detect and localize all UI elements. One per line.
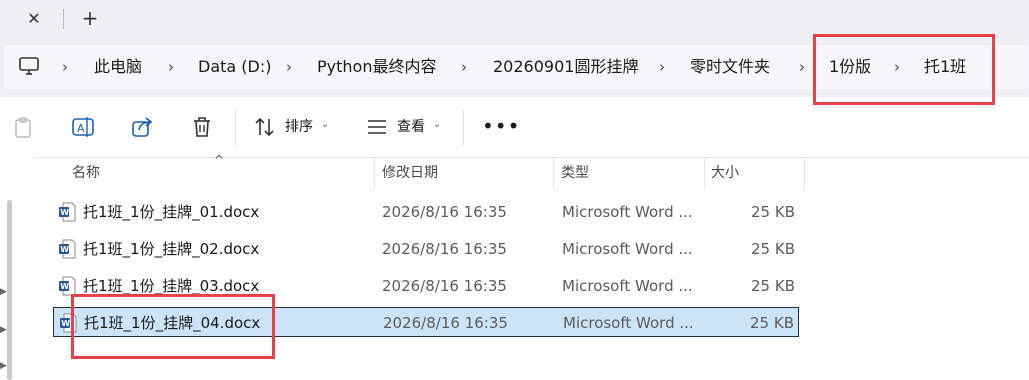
file-type: Microsoft Word ...: [562, 277, 693, 295]
breadcrumb-temp-folder[interactable]: 零时文件夹: [690, 57, 770, 77]
column-divider[interactable]: [704, 157, 705, 189]
file-name: 托1班_1份_挂牌_01.docx: [83, 203, 260, 221]
chevron-down-icon[interactable]: ⌄: [433, 119, 441, 130]
word-document-icon: W: [59, 202, 76, 222]
share-icon[interactable]: [130, 115, 154, 139]
file-row[interactable]: W 托1班_1份_挂牌_01.docx 2026/8/16 16:35 Micr…: [53, 197, 799, 227]
breadcrumb-separator[interactable]: ›: [168, 57, 174, 77]
toolbar-divider: [235, 109, 236, 145]
rename-icon[interactable]: A: [71, 115, 95, 139]
annotation-highlight-breadcrumb: [813, 34, 995, 105]
column-header-name[interactable]: 名称: [72, 164, 100, 182]
chevron-down-icon[interactable]: ⌄: [321, 119, 329, 130]
column-divider[interactable]: [553, 157, 554, 189]
file-size: 25 KB: [751, 203, 795, 221]
svg-text:W: W: [60, 282, 69, 291]
toolbar-divider: [463, 109, 464, 145]
column-divider[interactable]: [374, 157, 375, 189]
file-type: Microsoft Word ...: [563, 314, 694, 332]
close-tab-icon[interactable]: ✕: [22, 7, 46, 31]
column-header-size[interactable]: 大小: [711, 164, 739, 182]
file-name: 托1班_1份_挂牌_03.docx: [83, 277, 260, 295]
file-type: Microsoft Word ...: [562, 203, 693, 221]
file-size: 25 KB: [751, 240, 795, 258]
svg-text:W: W: [60, 208, 69, 217]
delete-icon[interactable]: [190, 115, 214, 139]
svg-text:W: W: [61, 319, 70, 328]
tab-divider: [63, 9, 64, 29]
new-tab-icon[interactable]: +: [78, 6, 102, 30]
word-document-icon: W: [59, 239, 76, 259]
column-header-date[interactable]: 修改日期: [382, 164, 438, 182]
column-header-type[interactable]: 类型: [561, 164, 589, 182]
more-options-button[interactable]: •••: [482, 114, 520, 138]
breadcrumb-this-pc[interactable]: 此电脑: [94, 57, 142, 77]
breadcrumb-separator[interactable]: ›: [461, 57, 467, 77]
tab-bar: ✕ +: [0, 0, 1029, 37]
sort-button[interactable]: 排序: [285, 118, 313, 136]
command-bar: A 排序 ⌄ 查看 ⌄ •••: [0, 97, 1029, 158]
file-date: 2026/8/16 16:35: [383, 314, 508, 332]
file-size: 25 KB: [750, 314, 794, 332]
file-date: 2026/8/16 16:35: [382, 277, 507, 295]
sort-icon[interactable]: [253, 115, 277, 139]
breadcrumb-data-drive[interactable]: Data (D:): [198, 57, 271, 77]
column-divider[interactable]: [804, 157, 805, 189]
breadcrumb-separator[interactable]: ›: [799, 57, 805, 77]
breadcrumb-python-folder[interactable]: Python最终内容: [317, 57, 436, 77]
expand-arrow-icon[interactable]: ▶: [0, 361, 7, 371]
svg-text:A: A: [77, 122, 85, 135]
breadcrumb-separator[interactable]: ›: [286, 57, 292, 77]
view-icon[interactable]: [365, 115, 389, 139]
breadcrumb-separator[interactable]: ›: [659, 57, 665, 77]
file-date: 2026/8/16 16:35: [382, 240, 507, 258]
file-row[interactable]: W 托1班_1份_挂牌_02.docx 2026/8/16 16:35 Micr…: [53, 234, 799, 264]
annotation-highlight-file: [71, 294, 275, 359]
file-type: Microsoft Word ...: [562, 240, 693, 258]
file-size: 25 KB: [751, 277, 795, 295]
navigation-scrollbar[interactable]: [7, 200, 12, 380]
navigation-pane: ▶ ▶ ▶: [0, 157, 34, 380]
svg-text:W: W: [60, 245, 69, 254]
view-button[interactable]: 查看: [397, 118, 425, 136]
file-date: 2026/8/16 16:35: [382, 203, 507, 221]
breadcrumb-separator[interactable]: ›: [62, 57, 68, 77]
expand-arrow-icon[interactable]: ▶: [0, 325, 7, 335]
computer-icon[interactable]: [18, 55, 40, 77]
paste-icon[interactable]: [11, 115, 35, 139]
file-name: 托1班_1份_挂牌_02.docx: [83, 240, 260, 258]
column-header-row: 名称 修改日期 类型 大小: [34, 157, 1029, 189]
breadcrumb-project-folder[interactable]: 20260901圆形挂牌: [493, 57, 638, 77]
word-document-icon: W: [59, 276, 76, 296]
expand-arrow-icon[interactable]: ▶: [0, 287, 7, 297]
